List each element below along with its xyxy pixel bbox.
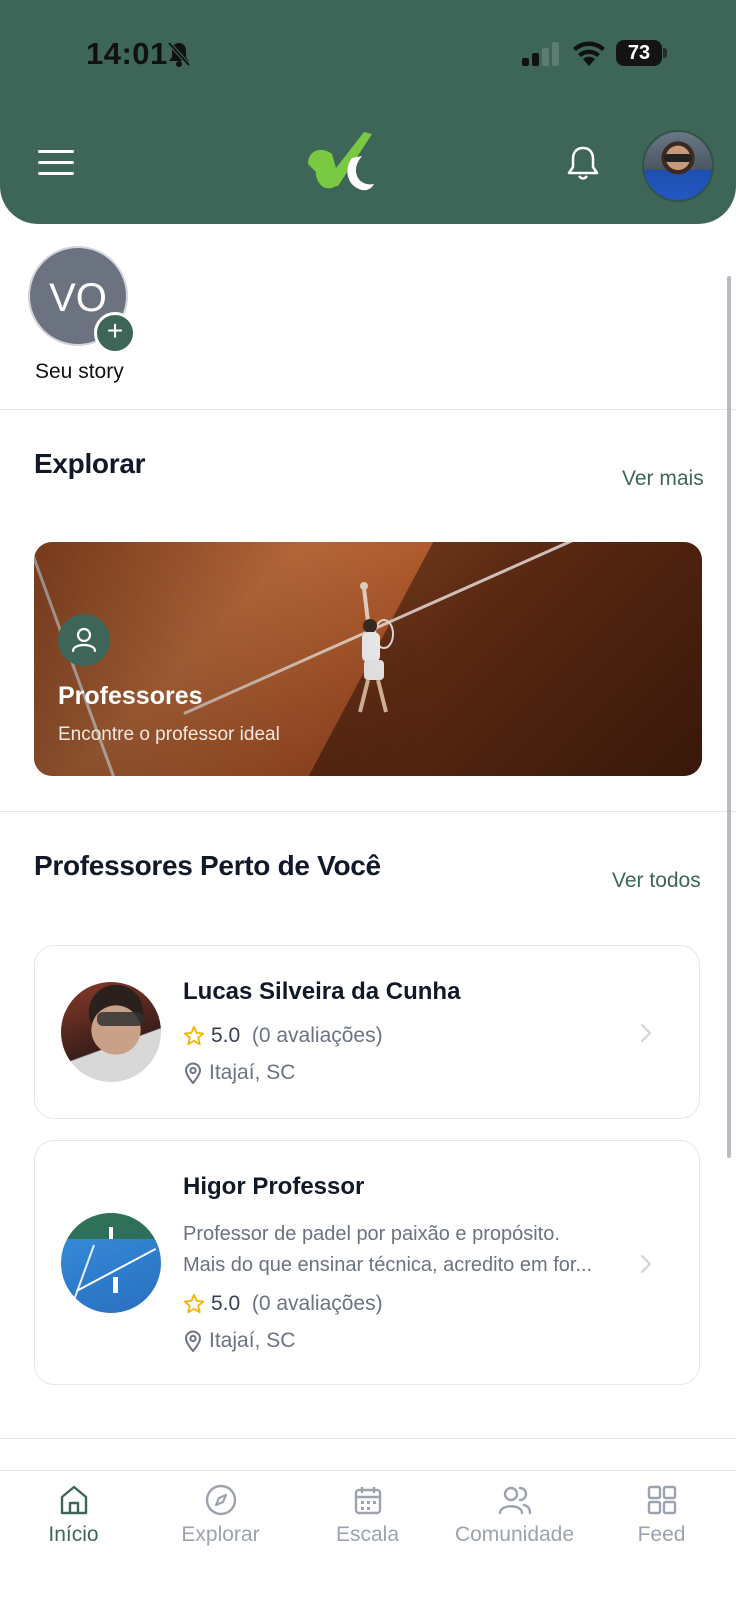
explore-title: Explorar (34, 448, 146, 479)
see-more-link[interactable]: Ver mais (622, 467, 704, 491)
card-title: Professores (58, 682, 203, 710)
rating-value: 5.0 (211, 1292, 241, 1315)
status-time: 14:01 (86, 36, 168, 71)
tab-label: Início (48, 1523, 99, 1546)
add-story-icon[interactable]: + (94, 312, 136, 354)
story-item[interactable]: VO + Seu story (28, 246, 136, 383)
card-subtitle: Encontre o professor ideal (58, 724, 280, 745)
menu-icon[interactable] (38, 150, 74, 180)
divider (0, 409, 736, 410)
tab-label: Escala (335, 1523, 400, 1546)
see-all-link[interactable]: Ver todos (612, 869, 701, 893)
wifi-icon (573, 41, 605, 66)
tab-schedule[interactable]: Escala (294, 1471, 441, 1571)
chevron-right-icon (640, 1023, 652, 1043)
compass-icon (205, 1484, 236, 1516)
bell-icon[interactable] (566, 144, 600, 182)
location-text: Itajaí, SC (209, 1329, 296, 1352)
professor-avatar (61, 982, 161, 1082)
professor-rating: 5.0 (0 avaliações) (183, 1292, 383, 1316)
logo-icon (308, 132, 374, 191)
professors-card[interactable]: Professores Encontre o professor ideal (34, 542, 702, 776)
user-icon (58, 614, 110, 666)
tab-label: Comunidade (454, 1523, 575, 1546)
reviews-count: (0 avaliações) (251, 1292, 383, 1315)
divider (0, 811, 736, 812)
professor-location: Itajaí, SC (183, 1061, 295, 1085)
battery-tip (663, 48, 667, 58)
star-icon (183, 1294, 205, 1314)
professor-name: Higor Professor (183, 1173, 365, 1200)
professor-rating: 5.0 (0 avaliações) (183, 1024, 383, 1048)
reviews-count: (0 avaliações) (251, 1024, 383, 1047)
story-label: Seu story (35, 360, 124, 383)
rating-value: 5.0 (211, 1024, 241, 1047)
professor-location: Itajaí, SC (183, 1329, 295, 1353)
map-pin-icon (184, 1062, 202, 1085)
divider (0, 1438, 736, 1439)
map-pin-icon (184, 1330, 202, 1353)
nearby-title: Professores Perto de Você (34, 850, 381, 881)
professor-bio: Professor de padel por paixão e propósit… (183, 1219, 623, 1281)
tab-home[interactable]: Início (0, 1471, 147, 1571)
signal-icon (522, 42, 559, 66)
tab-label: Feed (637, 1523, 686, 1546)
user-avatar[interactable] (642, 130, 714, 202)
app-header: 14:01 73 (0, 0, 736, 224)
scrollbar[interactable] (727, 276, 731, 1158)
tab-explore[interactable]: Explorar (147, 1471, 294, 1571)
professor-card[interactable]: Lucas Silveira da Cunha 5.0 (0 avaliaçõe… (34, 945, 700, 1119)
tab-label: Explorar (181, 1523, 260, 1546)
professor-name: Lucas Silveira da Cunha (183, 978, 461, 1005)
grid-icon (647, 1485, 676, 1515)
location-text: Itajaí, SC (209, 1061, 296, 1084)
professor-card[interactable]: Higor Professor Professor de padel por p… (34, 1140, 700, 1385)
bio-line: Professor de padel por paixão e propósit… (183, 1223, 560, 1245)
professor-avatar (61, 1213, 161, 1313)
battery-indicator: 73 (616, 40, 662, 66)
chevron-right-icon (640, 1254, 652, 1274)
tab-community[interactable]: Comunidade (441, 1471, 588, 1571)
bio-line: Mais do que ensinar técnica, acredito em… (183, 1254, 593, 1276)
bottom-tab-bar: Início Explorar Escala Comunidade Feed (0, 1470, 736, 1601)
users-icon (498, 1486, 531, 1515)
bell-off-icon (167, 41, 191, 67)
star-icon (183, 1026, 205, 1046)
tab-feed[interactable]: Feed (588, 1471, 735, 1571)
home-icon (60, 1485, 87, 1515)
calendar-icon (354, 1487, 381, 1515)
